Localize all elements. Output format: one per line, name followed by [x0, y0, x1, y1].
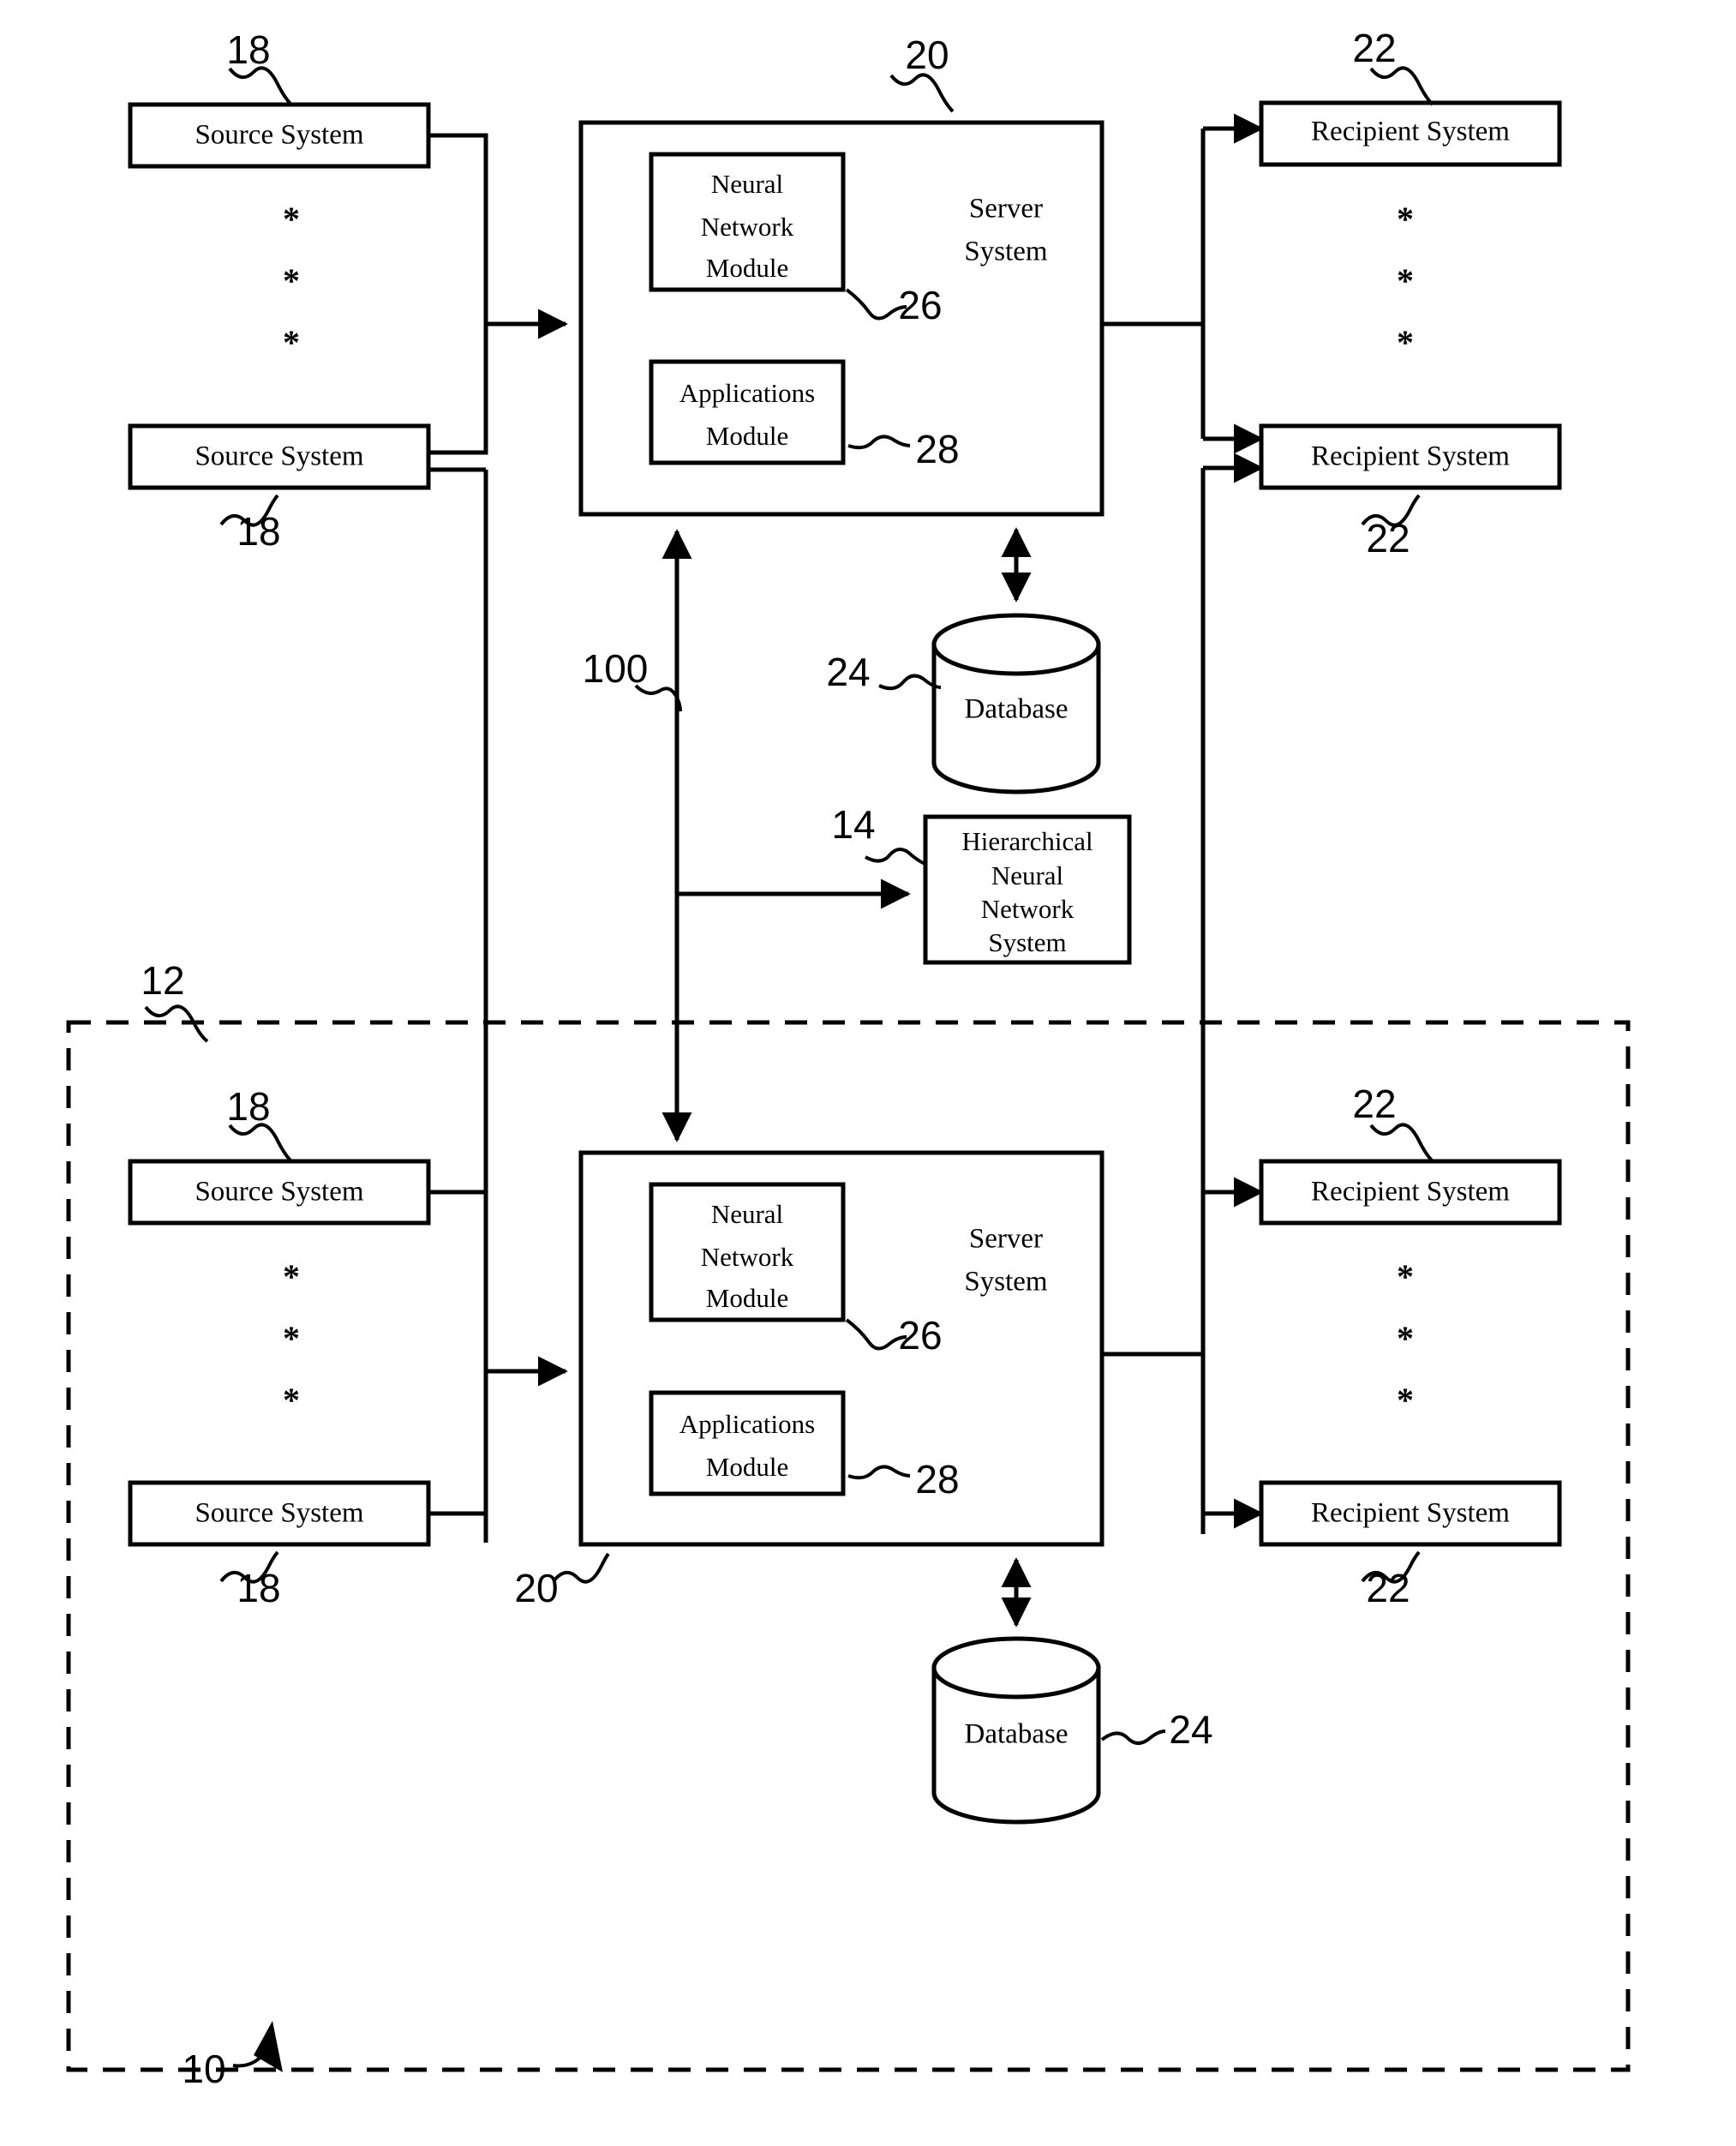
ref-18-top-2: 18	[236, 509, 280, 554]
ref-22-top-1: 22	[1352, 26, 1396, 70]
diagram-text-layer: Source System Source System Server Syste…	[141, 26, 1510, 2091]
source-system-label-bottom-2: Source System	[195, 1498, 363, 1529]
hierarchical-label-line2: Neural	[991, 860, 1063, 890]
ref-18-top-1: 18	[226, 27, 270, 72]
ellipsis-star-recipient-bottom-c: *	[1397, 1381, 1414, 1419]
neural-network-module-label-bottom-line3: Module	[706, 1283, 788, 1313]
ellipsis-star-source-bottom-b: *	[283, 1319, 300, 1358]
ellipsis-star-source-bottom-c: *	[283, 1381, 300, 1419]
server-system-label-top-line1: Server	[969, 194, 1043, 225]
neural-network-module-label-bottom-line2: Network	[701, 1242, 794, 1272]
ellipsis-star-source-top-a: *	[283, 200, 300, 238]
ellipsis-star-source-top-c: *	[283, 323, 300, 362]
neural-network-module-label-top-line2: Network	[701, 212, 794, 242]
ellipsis-star-source-bottom-a: *	[283, 1257, 300, 1296]
server-system-label-bottom-line2: System	[964, 1267, 1048, 1298]
ref-18-bottom-1: 18	[226, 1084, 270, 1129]
neural-network-module-label-bottom-line1: Neural	[711, 1199, 783, 1229]
ellipsis-star-recipient-top-b: *	[1397, 261, 1414, 300]
server-system-label-top-line2: System	[964, 237, 1048, 267]
recipient-system-label-top-2: Recipient System	[1311, 441, 1510, 472]
patent-figure: Source System Source System Server Syste…	[0, 0, 1736, 2146]
applications-module-label-top-line1: Applications	[679, 378, 815, 408]
ref-28-top: 28	[915, 427, 959, 471]
server-system-label-bottom-line1: Server	[969, 1224, 1043, 1255]
ref-18-bottom-2: 18	[236, 1566, 280, 1610]
applications-module-label-bottom-line2: Module	[706, 1452, 788, 1482]
source-system-label-top-2: Source System	[195, 441, 363, 472]
source-system-label-bottom-1: Source System	[195, 1177, 363, 1208]
neural-network-module-label-top-line1: Neural	[711, 169, 783, 199]
ref-20-top: 20	[905, 33, 949, 77]
ref-26-top: 26	[898, 283, 942, 327]
ellipsis-star-recipient-bottom-b: *	[1397, 1319, 1414, 1358]
ref-22-top-2: 22	[1366, 516, 1410, 560]
recipient-system-label-bottom-2: Recipient System	[1311, 1498, 1510, 1529]
ref-12: 12	[141, 958, 184, 1003]
hierarchical-label-line4: System	[988, 927, 1066, 957]
ref-24-bottom: 24	[1169, 1707, 1212, 1752]
ref-22-bottom-2: 22	[1366, 1566, 1410, 1610]
ref-10-figure: 10	[182, 2047, 225, 2091]
neural-network-module-label-top-line3: Module	[706, 253, 788, 283]
ellipsis-star-recipient-bottom-a: *	[1397, 1257, 1414, 1296]
recipient-system-label-top-1: Recipient System	[1311, 117, 1510, 147]
ellipsis-star-recipient-top-c: *	[1397, 323, 1414, 362]
hierarchical-label-line1: Hierarchical	[961, 826, 1092, 856]
database-label-top: Database	[965, 694, 1069, 725]
ref-100: 100	[583, 646, 649, 691]
ref-28-bottom: 28	[915, 1457, 959, 1502]
database-label-bottom: Database	[965, 1719, 1069, 1750]
ref-14: 14	[831, 802, 875, 847]
recipient-system-label-bottom-1: Recipient System	[1311, 1177, 1510, 1208]
ref-26-bottom: 26	[898, 1313, 942, 1358]
applications-module-label-bottom-line1: Applications	[679, 1409, 815, 1439]
source-system-label-top-1: Source System	[195, 120, 363, 151]
hierarchical-label-line3: Network	[981, 894, 1075, 924]
ellipsis-star-source-top-b: *	[283, 261, 300, 300]
ref-22-bottom-1: 22	[1352, 1082, 1396, 1126]
applications-module-label-top-line2: Module	[706, 421, 788, 451]
ellipsis-star-recipient-top-a: *	[1397, 200, 1414, 238]
ref-24-top: 24	[826, 650, 870, 694]
ref-20-bottom: 20	[514, 1566, 558, 1610]
